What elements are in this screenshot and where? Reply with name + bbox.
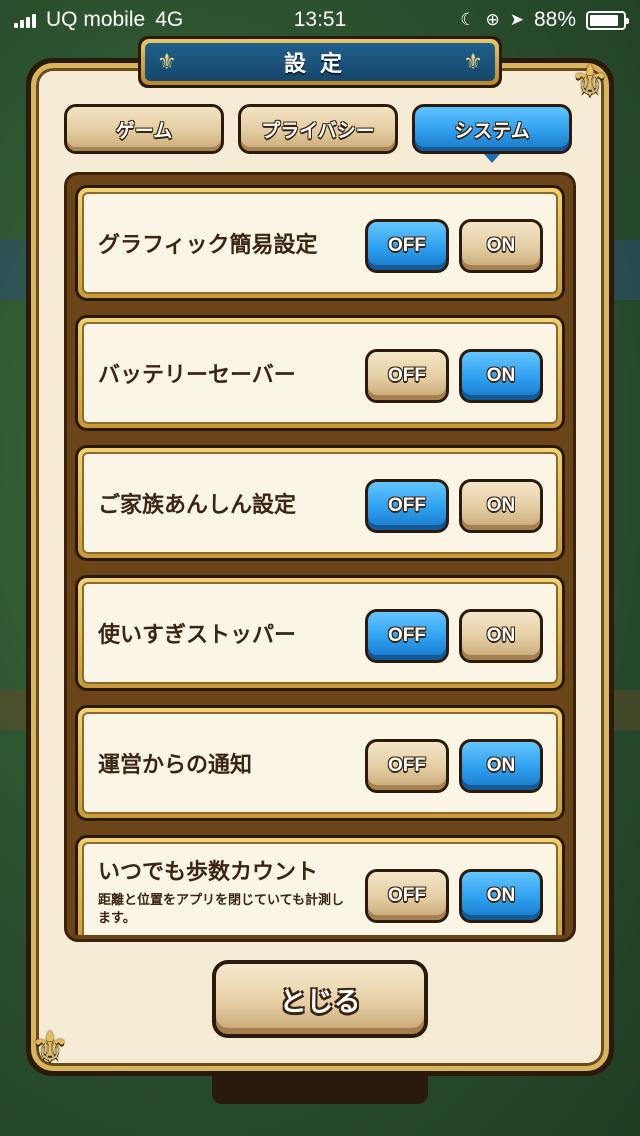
status-bar: UQ mobile 4G 13:51 ☾ ⊕ ➤ 88%	[0, 0, 640, 40]
location-arrow-icon: ➤	[509, 10, 524, 29]
network-type: 4G	[155, 8, 184, 31]
status-right: ☾ ⊕ ➤ 88%	[460, 8, 629, 32]
panel-bottom-tab	[212, 1076, 428, 1104]
setting-label: 使いすぎストッパー	[98, 623, 297, 648]
setting-description: 距離と位置をアプリを閉じていても計測します。	[98, 893, 344, 926]
close-button[interactable]: とじる	[212, 960, 428, 1038]
off-button[interactable]: OFF	[365, 739, 449, 793]
setting-row-overuse-stopper: 使いすぎストッパー OFF ON	[75, 575, 565, 691]
off-button[interactable]: OFF	[365, 219, 449, 273]
setting-row-graphics: グラフィック簡易設定 OFF ON	[75, 185, 565, 301]
rotation-lock-icon: ⊕	[485, 10, 500, 29]
off-button[interactable]: OFF	[365, 349, 449, 403]
tab-label: システム	[415, 107, 569, 151]
setting-row-battery-saver: バッテリーセーバー OFF ON	[75, 315, 565, 431]
tab-pointer-icon	[484, 154, 500, 163]
tab-label: プライバシー	[241, 107, 395, 151]
tab-game[interactable]: ゲーム	[64, 104, 224, 154]
setting-row-family-safety: ご家族あんしん設定 OFF ON	[75, 445, 565, 561]
settings-list[interactable]: グラフィック簡易設定 OFF ON バッテリーセーバー OFF ON ご家族あん…	[75, 185, 565, 935]
settings-list-frame: グラフィック簡易設定 OFF ON バッテリーセーバー OFF ON ご家族あん…	[64, 172, 576, 942]
tab-bar: ゲーム プライバシー システム	[64, 104, 576, 163]
off-button[interactable]: OFF	[365, 609, 449, 663]
off-button[interactable]: OFF	[365, 479, 449, 533]
setting-label: グラフィック簡易設定	[98, 233, 318, 258]
setting-label: いつでも歩数カウント	[98, 860, 319, 885]
battery-percent: 88%	[533, 8, 576, 31]
close-button-label: とじる	[216, 964, 424, 1034]
fleur-de-lis-ornament-icon: ⚜	[30, 1022, 70, 1073]
setting-label: ご家族あんしん設定	[98, 493, 297, 518]
battery-icon	[586, 10, 629, 30]
on-button[interactable]: ON	[459, 739, 543, 793]
tab-system[interactable]: システム	[412, 104, 572, 163]
off-button[interactable]: OFF	[365, 869, 449, 923]
fleur-de-lis-icon: ⚜	[157, 49, 177, 75]
carrier-name: UQ mobile	[46, 8, 146, 31]
setting-label: バッテリーセーバー	[98, 363, 296, 388]
page-title: 設定	[283, 52, 356, 77]
fleur-de-lis-icon: ⚜	[463, 49, 483, 75]
tab-privacy[interactable]: プライバシー	[238, 104, 398, 154]
title-banner: ⚜ 設定 ⚜	[138, 36, 502, 88]
setting-row-step-count: いつでも歩数カウント 距離と位置をアプリを閉じていても計測します。 OFF ON	[75, 835, 565, 935]
on-button[interactable]: ON	[459, 479, 543, 533]
on-button[interactable]: ON	[459, 219, 543, 273]
setting-label: 運営からの通知	[98, 753, 253, 778]
setting-row-notifications: 運営からの通知 OFF ON	[75, 705, 565, 821]
signal-strength-icon	[14, 12, 36, 28]
moon-icon: ☾	[460, 10, 476, 29]
tab-label: ゲーム	[67, 107, 221, 151]
on-button[interactable]: ON	[459, 869, 543, 923]
status-left: UQ mobile 4G	[14, 8, 183, 32]
on-button[interactable]: ON	[459, 349, 543, 403]
on-button[interactable]: ON	[459, 609, 543, 663]
